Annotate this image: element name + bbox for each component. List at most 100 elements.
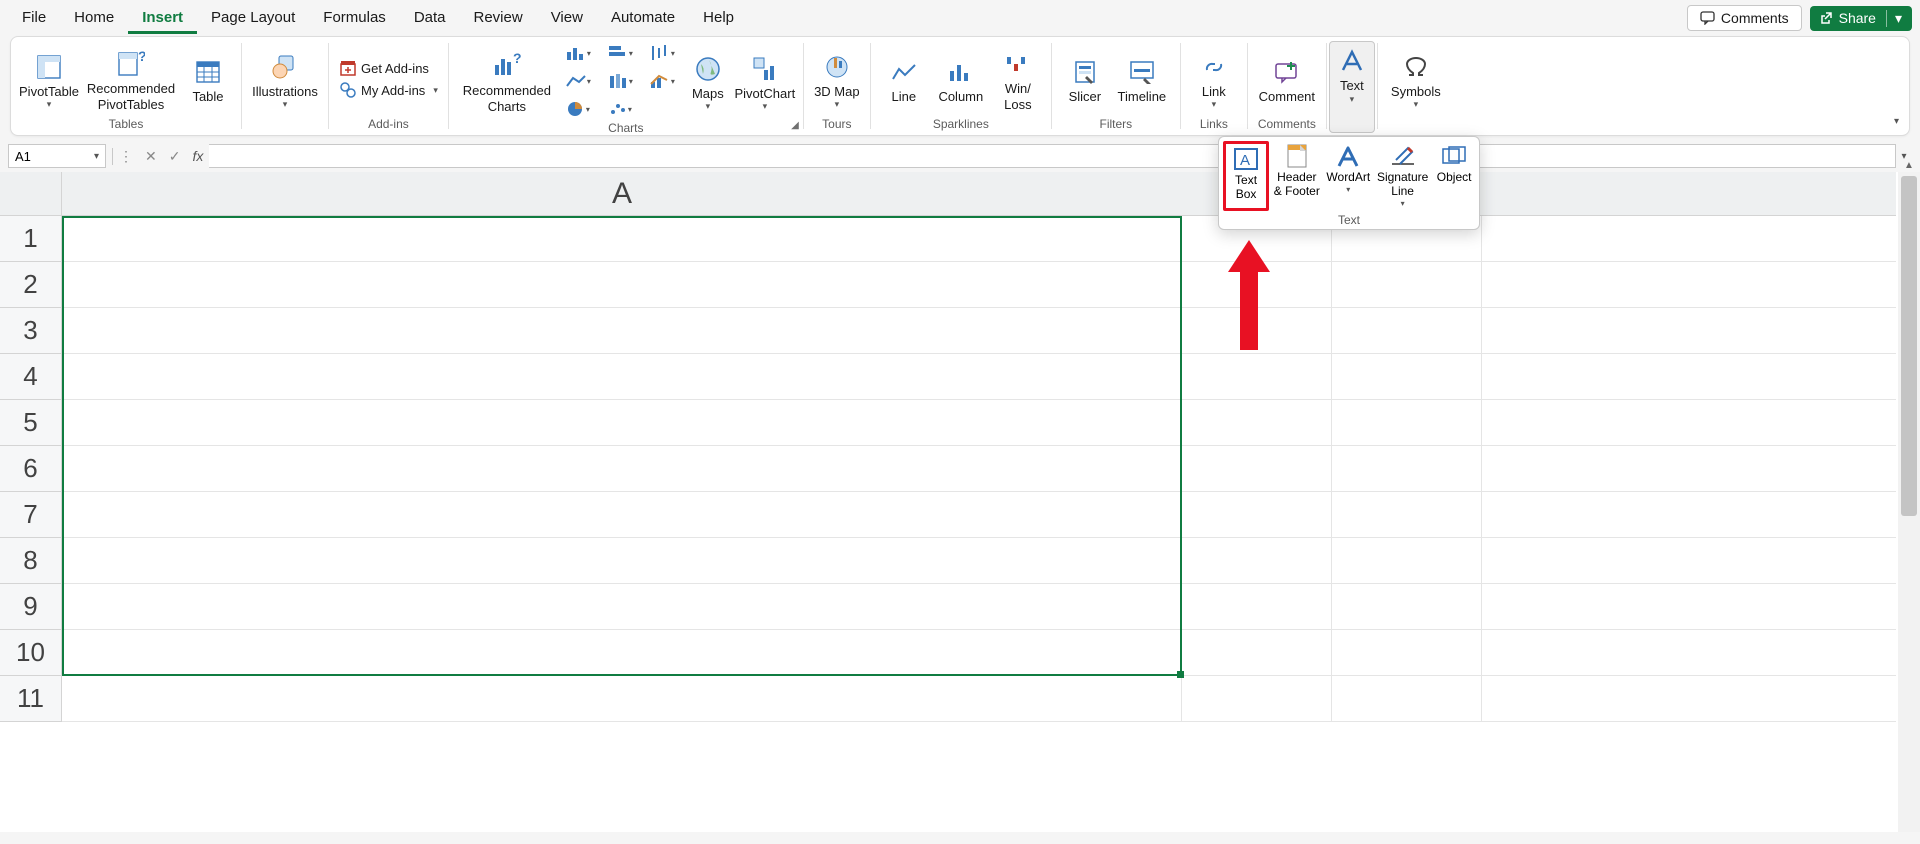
fx-icon[interactable]: fx bbox=[186, 148, 209, 164]
slicer-button[interactable]: Slicer bbox=[1062, 53, 1108, 105]
line-chart-button[interactable]: ▾ bbox=[561, 69, 595, 93]
wordart-button[interactable]: WordArt ▾ bbox=[1325, 141, 1372, 211]
pie-chart-button[interactable]: ▾ bbox=[561, 97, 595, 121]
maps-button[interactable]: Maps ▾ bbox=[685, 50, 731, 112]
chevron-down-icon: ▾ bbox=[1350, 94, 1355, 105]
signature-line-label: Signature Line bbox=[1377, 171, 1428, 199]
row-header[interactable]: 9 bbox=[0, 584, 62, 630]
column-chart-button[interactable]: ▾ bbox=[561, 41, 595, 65]
row-header[interactable]: 3 bbox=[0, 308, 62, 354]
charts-launcher-icon[interactable]: ◢ bbox=[791, 120, 799, 131]
link-icon bbox=[1201, 52, 1227, 82]
sparkline-column-button[interactable]: Column bbox=[933, 53, 989, 105]
recommended-charts-button[interactable]: ? Recommended Charts bbox=[459, 47, 555, 114]
get-addins-label: Get Add-ins bbox=[361, 61, 429, 76]
scatter-chart-button[interactable]: ▾ bbox=[603, 97, 637, 121]
row-header[interactable]: 8 bbox=[0, 538, 62, 584]
insert-comment-button[interactable]: Comment bbox=[1259, 53, 1315, 105]
formula-input[interactable] bbox=[209, 144, 1896, 168]
illustrations-button[interactable]: Illustrations ▾ bbox=[252, 48, 318, 110]
select-all-corner[interactable] bbox=[0, 172, 62, 216]
group-sparklines: Line Column Win/ Loss Sparklines bbox=[871, 37, 1051, 135]
text-box-button[interactable]: A Text Box bbox=[1223, 141, 1269, 211]
timeline-button[interactable]: Timeline bbox=[1114, 53, 1170, 105]
comments-button[interactable]: Comments bbox=[1687, 5, 1802, 31]
pivotchart-button[interactable]: PivotChart ▾ bbox=[737, 50, 793, 112]
cancel-icon[interactable]: ✕ bbox=[139, 148, 163, 165]
link-button[interactable]: Link ▾ bbox=[1191, 48, 1237, 110]
symbols-button[interactable]: Symbols ▾ bbox=[1388, 48, 1444, 110]
group-symbols: Symbols ▾ bbox=[1378, 37, 1454, 135]
group-links: Link ▾ Links bbox=[1181, 37, 1247, 135]
bar-chart-button[interactable]: ▾ bbox=[603, 41, 637, 65]
stock-chart-button[interactable]: ▾ bbox=[645, 41, 679, 65]
text-box-label: Text Box bbox=[1235, 174, 1257, 202]
cells[interactable] bbox=[62, 216, 1896, 722]
object-icon bbox=[1441, 143, 1467, 169]
row-header[interactable]: 2 bbox=[0, 262, 62, 308]
tab-help[interactable]: Help bbox=[689, 3, 748, 34]
row-header[interactable]: 7 bbox=[0, 492, 62, 538]
scroll-thumb[interactable] bbox=[1901, 176, 1917, 516]
sparkline-winloss-label: Win/ Loss bbox=[1004, 81, 1031, 112]
tab-data[interactable]: Data bbox=[400, 3, 460, 34]
chevron-down-icon: ▾ bbox=[1886, 10, 1902, 27]
tab-automate[interactable]: Automate bbox=[597, 3, 689, 34]
get-addins-button[interactable]: Get Add-ins bbox=[339, 59, 438, 77]
signature-icon bbox=[1390, 143, 1416, 169]
tab-home[interactable]: Home bbox=[60, 3, 128, 34]
row-header[interactable]: 1 bbox=[0, 216, 62, 262]
sparkline-line-button[interactable]: Line bbox=[881, 53, 927, 105]
scroll-up-arrow[interactable]: ▲ bbox=[1898, 160, 1920, 171]
group-tours: 3D Map ▾ Tours bbox=[804, 37, 870, 135]
column-headers[interactable]: A bbox=[62, 172, 1896, 216]
name-box-value: A1 bbox=[15, 149, 31, 164]
tab-page-layout[interactable]: Page Layout bbox=[197, 3, 309, 34]
share-icon bbox=[1820, 12, 1833, 25]
name-box[interactable]: A1 ▾ bbox=[8, 144, 106, 168]
ribbon: PivotTable ▾ ? Recommended PivotTables T… bbox=[10, 36, 1910, 136]
text-dropdown-button[interactable]: Text ▾ bbox=[1329, 41, 1375, 133]
area-chart-button[interactable]: ▾ bbox=[603, 69, 637, 93]
ribbon-tabs: File Home Insert Page Layout Formulas Da… bbox=[0, 0, 1920, 36]
row-header[interactable]: 4 bbox=[0, 354, 62, 400]
pivottable-label: PivotTable bbox=[19, 84, 79, 100]
text-box-icon: A bbox=[1233, 146, 1259, 172]
3d-map-button[interactable]: 3D Map ▾ bbox=[814, 48, 860, 110]
recommended-pivottables-button[interactable]: ? Recommended PivotTables bbox=[83, 45, 179, 112]
row-header[interactable]: 10 bbox=[0, 630, 62, 676]
signature-line-button[interactable]: Signature Line ▾ bbox=[1376, 141, 1429, 211]
row-header[interactable]: 6 bbox=[0, 446, 62, 492]
group-tables: PivotTable ▾ ? Recommended PivotTables T… bbox=[11, 37, 241, 135]
svg-text:A: A bbox=[1240, 152, 1250, 169]
chevron-down-icon: ▾ bbox=[706, 101, 711, 112]
table-button[interactable]: Table bbox=[185, 53, 231, 105]
tab-review[interactable]: Review bbox=[460, 3, 537, 34]
enter-icon[interactable]: ✓ bbox=[163, 148, 187, 165]
ribbon-collapse-button[interactable]: ▾ bbox=[1894, 116, 1899, 127]
tab-view[interactable]: View bbox=[537, 3, 597, 34]
row-header[interactable]: 5 bbox=[0, 400, 62, 446]
row-header[interactable]: 11 bbox=[0, 676, 62, 722]
combo-chart-button[interactable]: ▾ bbox=[645, 69, 679, 93]
spreadsheet-grid[interactable]: A 1 2 3 4 5 6 7 8 9 10 11 ▲ bbox=[0, 172, 1920, 832]
group-filters: Slicer Timeline Filters bbox=[1052, 37, 1180, 135]
vertical-scrollbar[interactable]: ▲ bbox=[1898, 172, 1920, 832]
tab-insert[interactable]: Insert bbox=[128, 3, 197, 34]
sparkline-winloss-button[interactable]: Win/ Loss bbox=[995, 45, 1041, 112]
object-button[interactable]: Object bbox=[1433, 141, 1475, 211]
illustrations-label: Illustrations bbox=[252, 84, 318, 100]
maps-label: Maps bbox=[692, 86, 724, 102]
header-footer-button[interactable]: Header & Footer bbox=[1273, 141, 1320, 211]
object-label: Object bbox=[1437, 171, 1472, 185]
share-button[interactable]: Share ▾ bbox=[1810, 6, 1912, 31]
tab-file[interactable]: File bbox=[8, 3, 60, 34]
column-header-a[interactable]: A bbox=[62, 177, 1182, 211]
chevron-down-icon: ▾ bbox=[835, 99, 840, 110]
my-addins-button[interactable]: My Add-ins ▾ bbox=[339, 81, 438, 99]
slicer-label: Slicer bbox=[1069, 89, 1102, 105]
pivottable-button[interactable]: PivotTable ▾ bbox=[21, 48, 77, 110]
tab-formulas[interactable]: Formulas bbox=[309, 3, 400, 34]
group-label-sparklines: Sparklines bbox=[933, 117, 989, 133]
recommended-pivottables-icon: ? bbox=[117, 49, 145, 79]
